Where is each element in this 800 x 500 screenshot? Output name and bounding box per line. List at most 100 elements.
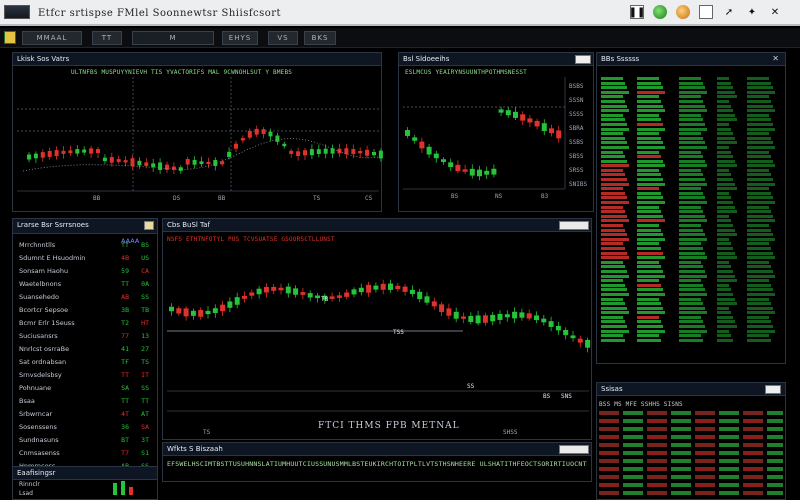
candle-body: [307, 293, 313, 298]
document-icon[interactable]: [699, 5, 713, 19]
candle-body: [309, 149, 314, 156]
globe-icon[interactable]: [653, 5, 667, 19]
watchlist-value: 4B: [121, 254, 129, 262]
watchlist-row[interactable]: Srnvsdelsbsy TT IT: [17, 369, 153, 380]
watchlist-row[interactable]: Nnrlcst osrraBe 41 27: [17, 343, 153, 354]
watchlist-row[interactable]: Sdumnt E Hsuodmin 4B US: [17, 252, 153, 263]
candle-body: [296, 151, 301, 156]
news-feed-ticker: EFSWELHSCIMTBSTTUSUHNNSLATIUMHUUTCIUSSUN…: [167, 460, 587, 468]
watchlist-change: TB: [141, 306, 149, 314]
bottom-right-title: Ssisas: [601, 385, 623, 393]
chart-panel-3-plot[interactable]: [163, 219, 593, 441]
bottom-right-row: [599, 491, 783, 495]
candle-body: [247, 130, 252, 138]
candle-body: [526, 313, 532, 319]
watchlist-row[interactable]: Bsaa TT TT: [17, 395, 153, 406]
watchlist-row[interactable]: Suansehedo AB SS: [17, 291, 153, 302]
candle-body: [424, 296, 430, 303]
bottom-right-row: [599, 435, 783, 439]
candle-body: [419, 141, 425, 149]
watchlist-row[interactable]: Bcortcr Sepsoe 3B TB: [17, 304, 153, 315]
candle-body: [548, 321, 554, 327]
watchlist-row[interactable]: Srbwrncar 4T AT: [17, 408, 153, 419]
candle-body: [446, 308, 452, 316]
watchlist-row[interactable]: Sundnasuns BT 3T: [17, 434, 153, 445]
watchlist-row[interactable]: Sonsam Haohu 59 CA: [17, 265, 153, 276]
candle-body: [300, 292, 306, 295]
candle-body: [556, 130, 562, 139]
news-feed-menu-button[interactable]: [559, 445, 589, 454]
candle-body: [116, 159, 121, 162]
window-title: Etfcr srtispse FMlel Soonnewtsr Shiisfcs…: [38, 8, 282, 19]
watchlist-symbol: Cnmsasenss: [19, 449, 60, 457]
candle-body: [102, 157, 107, 162]
candle-body: [455, 164, 461, 172]
watchlist-value: 3B: [121, 306, 129, 314]
order-book-header: BBs Ssssss ✕: [597, 53, 785, 66]
candle-body: [54, 150, 59, 157]
pin-icon[interactable]: ➚: [722, 5, 736, 19]
chart-panel-1-candles: [27, 125, 383, 175]
candle-body: [329, 296, 335, 299]
chart-panel-1-plot[interactable]: [13, 53, 383, 213]
watchlist-row[interactable]: Sat ordnabsan TF TS: [17, 356, 153, 367]
order-book-column: [601, 77, 631, 357]
tab-bks[interactable]: BKS: [304, 31, 336, 45]
chart-2-xlabel: B3: [541, 193, 549, 200]
close-icon[interactable]: ✕: [768, 5, 782, 19]
watchlist-row[interactable]: Waetelbnons TT 0A: [17, 278, 153, 289]
clock-icon[interactable]: [676, 5, 690, 19]
watchlist-change: US: [141, 254, 149, 262]
candle-body: [439, 304, 445, 312]
watchlist-change: SS: [141, 384, 149, 392]
candle-body: [185, 159, 190, 165]
tab-vs[interactable]: VS: [268, 31, 298, 45]
watchlist-change: 3T: [141, 436, 149, 444]
star-icon[interactable]: ✦: [745, 5, 759, 19]
chart-panel-2-candles: [405, 106, 562, 181]
watchlist-menu-button[interactable]: [144, 221, 154, 230]
candle-body: [491, 168, 497, 175]
watchlist-symbol: Sosenssens: [19, 423, 57, 431]
watchlist-row[interactable]: Bcmr Erlr 1Seuss T2 HT: [17, 317, 153, 328]
candle-body: [234, 297, 240, 305]
chart-3-xlabel: SS: [467, 383, 475, 390]
order-book-close-icon[interactable]: ✕: [772, 54, 779, 63]
chart-panel-1: Lkisk Sos Vatrs ULTNFBS MUSPUYYNIEVH TIS…: [12, 52, 383, 213]
watchlist-change: AT: [141, 410, 149, 418]
candle-body: [373, 285, 379, 290]
chart-panel-2-plot[interactable]: [399, 53, 595, 213]
candle-body: [490, 314, 496, 322]
watchlist-row[interactable]: Cnmsasenss T7 S1: [17, 447, 153, 458]
watchlist-value: BT: [121, 436, 129, 444]
tab-tt[interactable]: TT: [92, 31, 122, 45]
chart-3-xlabel: TB: [321, 296, 329, 303]
watchlist-row[interactable]: Sosenssens 36 SA: [17, 421, 153, 432]
window-titlebar: Etfcr srtispse FMlel Soonnewtsr Shiisfcs…: [0, 0, 800, 26]
tab-m[interactable]: M: [132, 31, 214, 45]
news-feed-header: Wfkts S Biszaah: [163, 443, 591, 456]
candle-body: [263, 286, 269, 293]
watchlist-row[interactable]: Mrrchnntlls ff BS: [17, 239, 153, 250]
candle-body: [484, 170, 490, 175]
candle-body: [192, 159, 197, 165]
watchlist-row[interactable]: Suciusansrs 77 13: [17, 330, 153, 341]
watchlist-value: TF: [121, 358, 129, 366]
candle-body: [519, 312, 525, 318]
candle-body: [412, 137, 418, 141]
candle-body: [513, 111, 518, 118]
pause-icon[interactable]: ❚❚: [629, 5, 645, 19]
candle-body: [144, 162, 149, 166]
tab-maal[interactable]: MMAAL: [22, 31, 82, 45]
watchlist-change: SA: [141, 423, 149, 431]
watchlist-symbol: Sundnasuns: [19, 436, 59, 444]
candle-body: [89, 148, 94, 154]
tab-ehys[interactable]: EHYS: [222, 31, 258, 45]
bottom-right-menu-button[interactable]: [765, 385, 781, 394]
watchlist-row[interactable]: Pohnuane SA SS: [17, 382, 153, 393]
watchlist-change: 0A: [141, 280, 149, 288]
candle-body: [498, 109, 504, 113]
chart-2-price-label: SBRA: [569, 125, 584, 132]
candle-body: [316, 149, 321, 154]
chart-1-xlabel: DS: [173, 195, 181, 202]
